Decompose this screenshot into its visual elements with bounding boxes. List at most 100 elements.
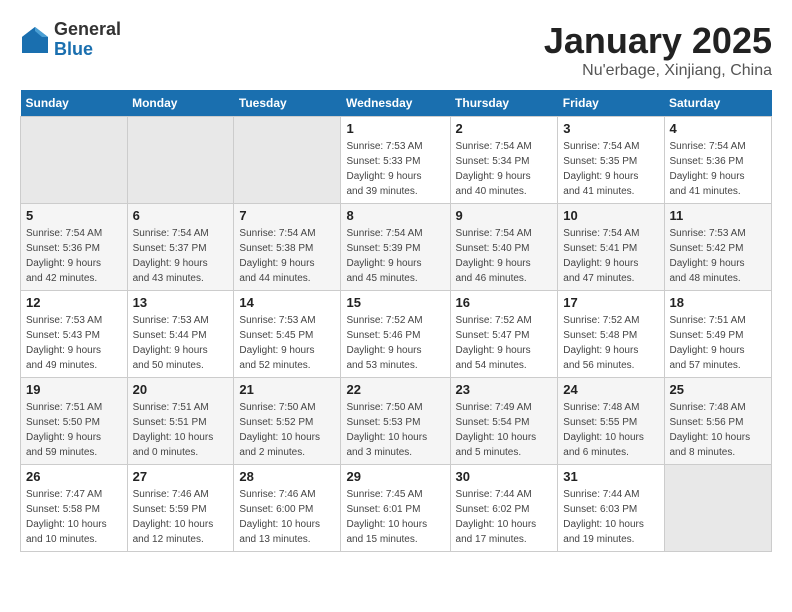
day-info: Sunrise: 7:51 AM Sunset: 5:49 PM Dayligh… xyxy=(670,313,767,373)
calendar-cell xyxy=(664,465,772,552)
calendar-cell: 8 Sunrise: 7:54 AM Sunset: 5:39 PM Daylig… xyxy=(341,204,450,291)
logo-text: General Blue xyxy=(54,20,121,60)
day-info: Sunrise: 7:54 AM Sunset: 5:40 PM Dayligh… xyxy=(456,226,553,286)
day-number: 20 xyxy=(133,382,229,397)
calendar-cell: 14 Sunrise: 7:53 AM Sunset: 5:45 PM Dayli… xyxy=(234,291,341,378)
calendar-cell: 30 Sunrise: 7:44 AM Sunset: 6:02 PM Dayli… xyxy=(450,465,558,552)
day-info: Sunrise: 7:53 AM Sunset: 5:43 PM Dayligh… xyxy=(26,313,122,373)
calendar-week-5: 26 Sunrise: 7:47 AM Sunset: 5:58 PM Dayli… xyxy=(21,465,772,552)
calendar-cell: 3Sunrise: 7:54 AM Sunset: 5:35 PM Daylig… xyxy=(558,117,664,204)
day-info: Sunrise: 7:48 AM Sunset: 5:55 PM Dayligh… xyxy=(563,400,658,460)
day-number: 22 xyxy=(346,382,444,397)
calendar-cell xyxy=(234,117,341,204)
day-number: 29 xyxy=(346,469,444,484)
page-header: General Blue January 2025 Nu'erbage, Xin… xyxy=(20,20,772,80)
title-block: January 2025 Nu'erbage, Xinjiang, China xyxy=(544,20,772,80)
day-info: Sunrise: 7:53 AM Sunset: 5:44 PM Dayligh… xyxy=(133,313,229,373)
day-number: 16 xyxy=(456,295,553,310)
logo-blue-text: Blue xyxy=(54,40,121,60)
day-info: Sunrise: 7:54 AM Sunset: 5:35 PM Dayligh… xyxy=(563,139,658,199)
calendar-cell: 5Sunrise: 7:54 AM Sunset: 5:36 PM Daylig… xyxy=(21,204,128,291)
day-info: Sunrise: 7:44 AM Sunset: 6:03 PM Dayligh… xyxy=(563,487,658,547)
day-number: 21 xyxy=(239,382,335,397)
calendar-cell: 22 Sunrise: 7:50 AM Sunset: 5:53 PM Dayli… xyxy=(341,378,450,465)
day-number: 6 xyxy=(133,208,229,223)
calendar-cell: 17Sunrise: 7:52 AM Sunset: 5:48 PM Dayli… xyxy=(558,291,664,378)
day-number: 13 xyxy=(133,295,229,310)
calendar-cell: 1 Sunrise: 7:53 AM Sunset: 5:33 PM Daylig… xyxy=(341,117,450,204)
calendar-cell: 9 Sunrise: 7:54 AM Sunset: 5:40 PM Daylig… xyxy=(450,204,558,291)
day-number: 7 xyxy=(239,208,335,223)
day-number: 19 xyxy=(26,382,122,397)
day-number: 30 xyxy=(456,469,553,484)
calendar-cell: 11Sunrise: 7:53 AM Sunset: 5:42 PM Dayli… xyxy=(664,204,772,291)
day-number: 9 xyxy=(456,208,553,223)
day-number: 28 xyxy=(239,469,335,484)
header-friday: Friday xyxy=(558,90,664,117)
day-info: Sunrise: 7:52 AM Sunset: 5:46 PM Dayligh… xyxy=(346,313,444,373)
day-info: Sunrise: 7:46 AM Sunset: 5:59 PM Dayligh… xyxy=(133,487,229,547)
calendar-cell: 15Sunrise: 7:52 AM Sunset: 5:46 PM Dayli… xyxy=(341,291,450,378)
day-number: 12 xyxy=(26,295,122,310)
calendar-cell: 25 Sunrise: 7:48 AM Sunset: 5:56 PM Dayli… xyxy=(664,378,772,465)
day-info: Sunrise: 7:46 AM Sunset: 6:00 PM Dayligh… xyxy=(239,487,335,547)
day-number: 25 xyxy=(670,382,767,397)
calendar-cell: 21 Sunrise: 7:50 AM Sunset: 5:52 PM Dayli… xyxy=(234,378,341,465)
location-subtitle: Nu'erbage, Xinjiang, China xyxy=(544,62,772,80)
day-number: 5 xyxy=(26,208,122,223)
day-info: Sunrise: 7:54 AM Sunset: 5:36 PM Dayligh… xyxy=(670,139,767,199)
calendar-cell: 18 Sunrise: 7:51 AM Sunset: 5:49 PM Dayli… xyxy=(664,291,772,378)
calendar-cell xyxy=(21,117,128,204)
calendar-header: Sunday Monday Tuesday Wednesday Thursday… xyxy=(21,90,772,117)
day-number: 23 xyxy=(456,382,553,397)
header-saturday: Saturday xyxy=(664,90,772,117)
logo-icon xyxy=(20,25,50,55)
logo: General Blue xyxy=(20,20,121,60)
day-info: Sunrise: 7:50 AM Sunset: 5:52 PM Dayligh… xyxy=(239,400,335,460)
header-wednesday: Wednesday xyxy=(341,90,450,117)
logo-general-text: General xyxy=(54,20,121,40)
calendar-week-4: 19 Sunrise: 7:51 AM Sunset: 5:50 PM Dayli… xyxy=(21,378,772,465)
calendar-cell: 12 Sunrise: 7:53 AM Sunset: 5:43 PM Dayli… xyxy=(21,291,128,378)
header-row: Sunday Monday Tuesday Wednesday Thursday… xyxy=(21,90,772,117)
calendar-week-2: 5Sunrise: 7:54 AM Sunset: 5:36 PM Daylig… xyxy=(21,204,772,291)
calendar-cell xyxy=(127,117,234,204)
day-number: 10 xyxy=(563,208,658,223)
calendar-week-3: 12 Sunrise: 7:53 AM Sunset: 5:43 PM Dayli… xyxy=(21,291,772,378)
day-number: 1 xyxy=(346,121,444,136)
calendar-week-1: 1 Sunrise: 7:53 AM Sunset: 5:33 PM Daylig… xyxy=(21,117,772,204)
header-thursday: Thursday xyxy=(450,90,558,117)
header-monday: Monday xyxy=(127,90,234,117)
day-info: Sunrise: 7:51 AM Sunset: 5:50 PM Dayligh… xyxy=(26,400,122,460)
calendar-cell: 19 Sunrise: 7:51 AM Sunset: 5:50 PM Dayli… xyxy=(21,378,128,465)
calendar-cell: 4 Sunrise: 7:54 AM Sunset: 5:36 PM Daylig… xyxy=(664,117,772,204)
day-number: 14 xyxy=(239,295,335,310)
calendar-table: Sunday Monday Tuesday Wednesday Thursday… xyxy=(20,90,772,552)
calendar-cell: 16 Sunrise: 7:52 AM Sunset: 5:47 PM Dayli… xyxy=(450,291,558,378)
day-info: Sunrise: 7:54 AM Sunset: 5:34 PM Dayligh… xyxy=(456,139,553,199)
day-number: 24 xyxy=(563,382,658,397)
month-title: January 2025 xyxy=(544,20,772,62)
day-number: 4 xyxy=(670,121,767,136)
day-number: 8 xyxy=(346,208,444,223)
day-info: Sunrise: 7:54 AM Sunset: 5:39 PM Dayligh… xyxy=(346,226,444,286)
day-number: 26 xyxy=(26,469,122,484)
day-info: Sunrise: 7:53 AM Sunset: 5:33 PM Dayligh… xyxy=(346,139,444,199)
day-info: Sunrise: 7:53 AM Sunset: 5:45 PM Dayligh… xyxy=(239,313,335,373)
calendar-cell: 7Sunrise: 7:54 AM Sunset: 5:38 PM Daylig… xyxy=(234,204,341,291)
calendar-cell: 6Sunrise: 7:54 AM Sunset: 5:37 PM Daylig… xyxy=(127,204,234,291)
day-info: Sunrise: 7:47 AM Sunset: 5:58 PM Dayligh… xyxy=(26,487,122,547)
day-number: 17 xyxy=(563,295,658,310)
calendar-cell: 28 Sunrise: 7:46 AM Sunset: 6:00 PM Dayli… xyxy=(234,465,341,552)
day-info: Sunrise: 7:48 AM Sunset: 5:56 PM Dayligh… xyxy=(670,400,767,460)
day-info: Sunrise: 7:52 AM Sunset: 5:47 PM Dayligh… xyxy=(456,313,553,373)
calendar-cell: 26 Sunrise: 7:47 AM Sunset: 5:58 PM Dayli… xyxy=(21,465,128,552)
day-number: 31 xyxy=(563,469,658,484)
calendar-cell: 31 Sunrise: 7:44 AM Sunset: 6:03 PM Dayli… xyxy=(558,465,664,552)
day-info: Sunrise: 7:51 AM Sunset: 5:51 PM Dayligh… xyxy=(133,400,229,460)
day-number: 18 xyxy=(670,295,767,310)
day-info: Sunrise: 7:53 AM Sunset: 5:42 PM Dayligh… xyxy=(670,226,767,286)
day-info: Sunrise: 7:50 AM Sunset: 5:53 PM Dayligh… xyxy=(346,400,444,460)
day-info: Sunrise: 7:44 AM Sunset: 6:02 PM Dayligh… xyxy=(456,487,553,547)
day-info: Sunrise: 7:49 AM Sunset: 5:54 PM Dayligh… xyxy=(456,400,553,460)
